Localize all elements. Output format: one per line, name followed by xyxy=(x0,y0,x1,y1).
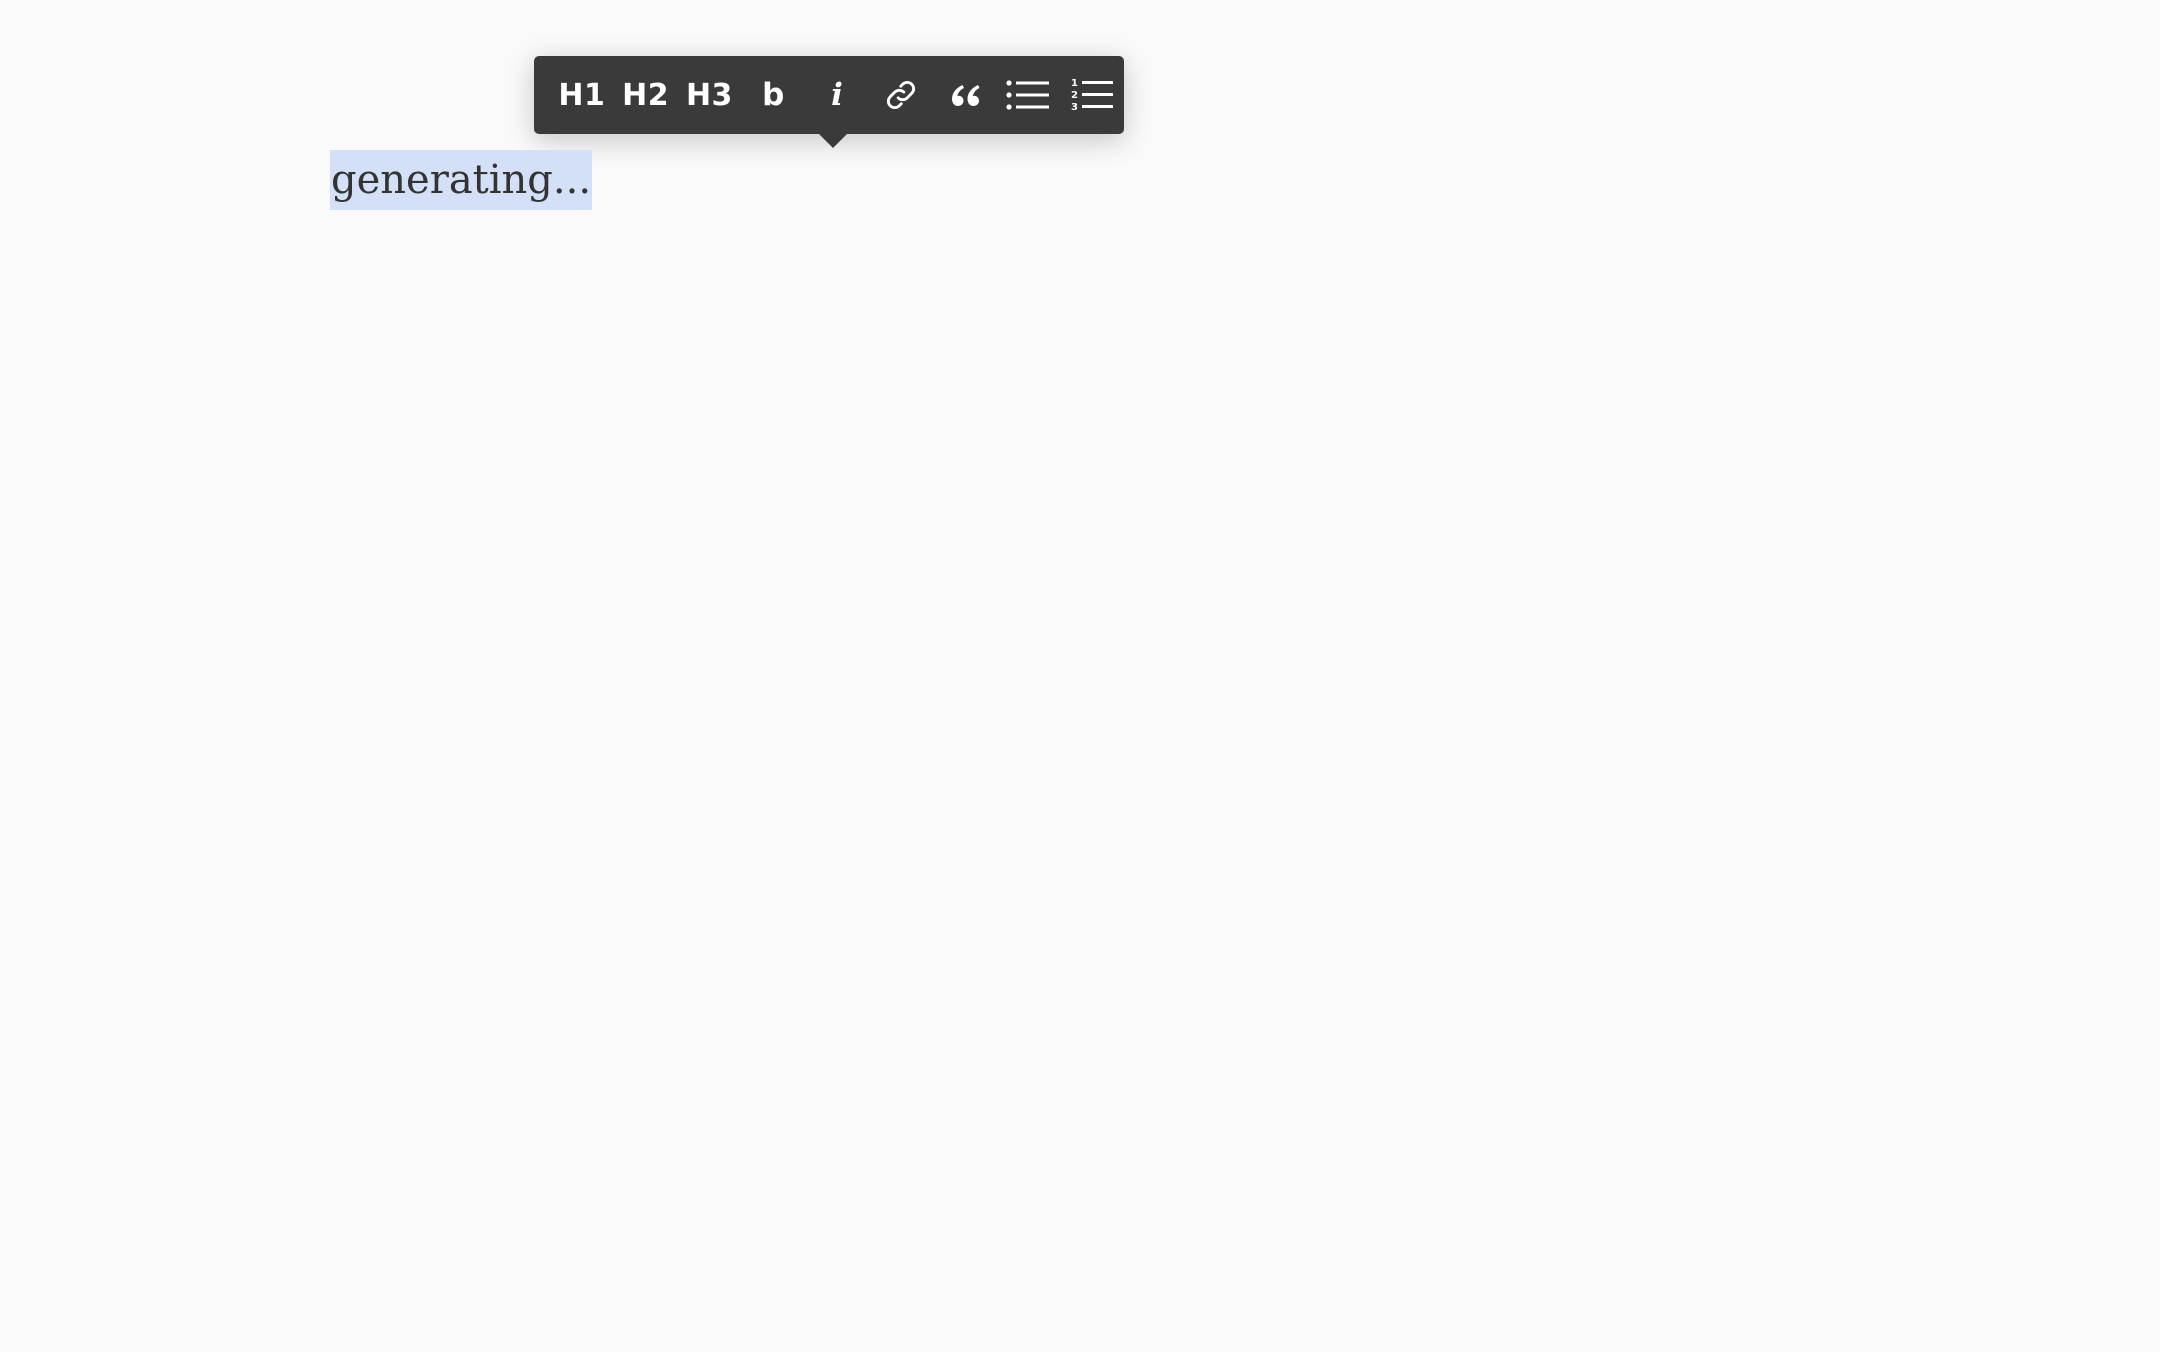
ordered-list-number-1: 1 xyxy=(1071,78,1078,89)
numbered-list-icon: 1 2 3 xyxy=(1070,77,1114,113)
ordered-list-number-3: 3 xyxy=(1071,102,1078,113)
quote-icon xyxy=(948,80,982,110)
bullet-list-icon xyxy=(1006,78,1050,112)
h1-button[interactable]: H1 xyxy=(550,56,614,134)
bold-button[interactable]: b xyxy=(741,56,805,134)
editor-area[interactable]: generating... xyxy=(330,150,593,210)
ordered-list-button[interactable]: 1 2 3 xyxy=(1060,56,1124,134)
h3-button[interactable]: H3 xyxy=(678,56,742,134)
formatting-toolbar: H1 H2 H3 b i 1 2 3 xyxy=(534,56,1124,134)
h2-button[interactable]: H2 xyxy=(614,56,678,134)
toolbar-pointer xyxy=(818,133,848,148)
selected-text[interactable]: generating... xyxy=(330,150,593,210)
ordered-list-number-2: 2 xyxy=(1071,90,1078,101)
quote-button[interactable] xyxy=(933,56,997,134)
unordered-list-button[interactable] xyxy=(996,56,1060,134)
link-icon xyxy=(884,78,918,112)
link-button[interactable] xyxy=(869,56,933,134)
italic-button[interactable]: i xyxy=(805,56,869,134)
